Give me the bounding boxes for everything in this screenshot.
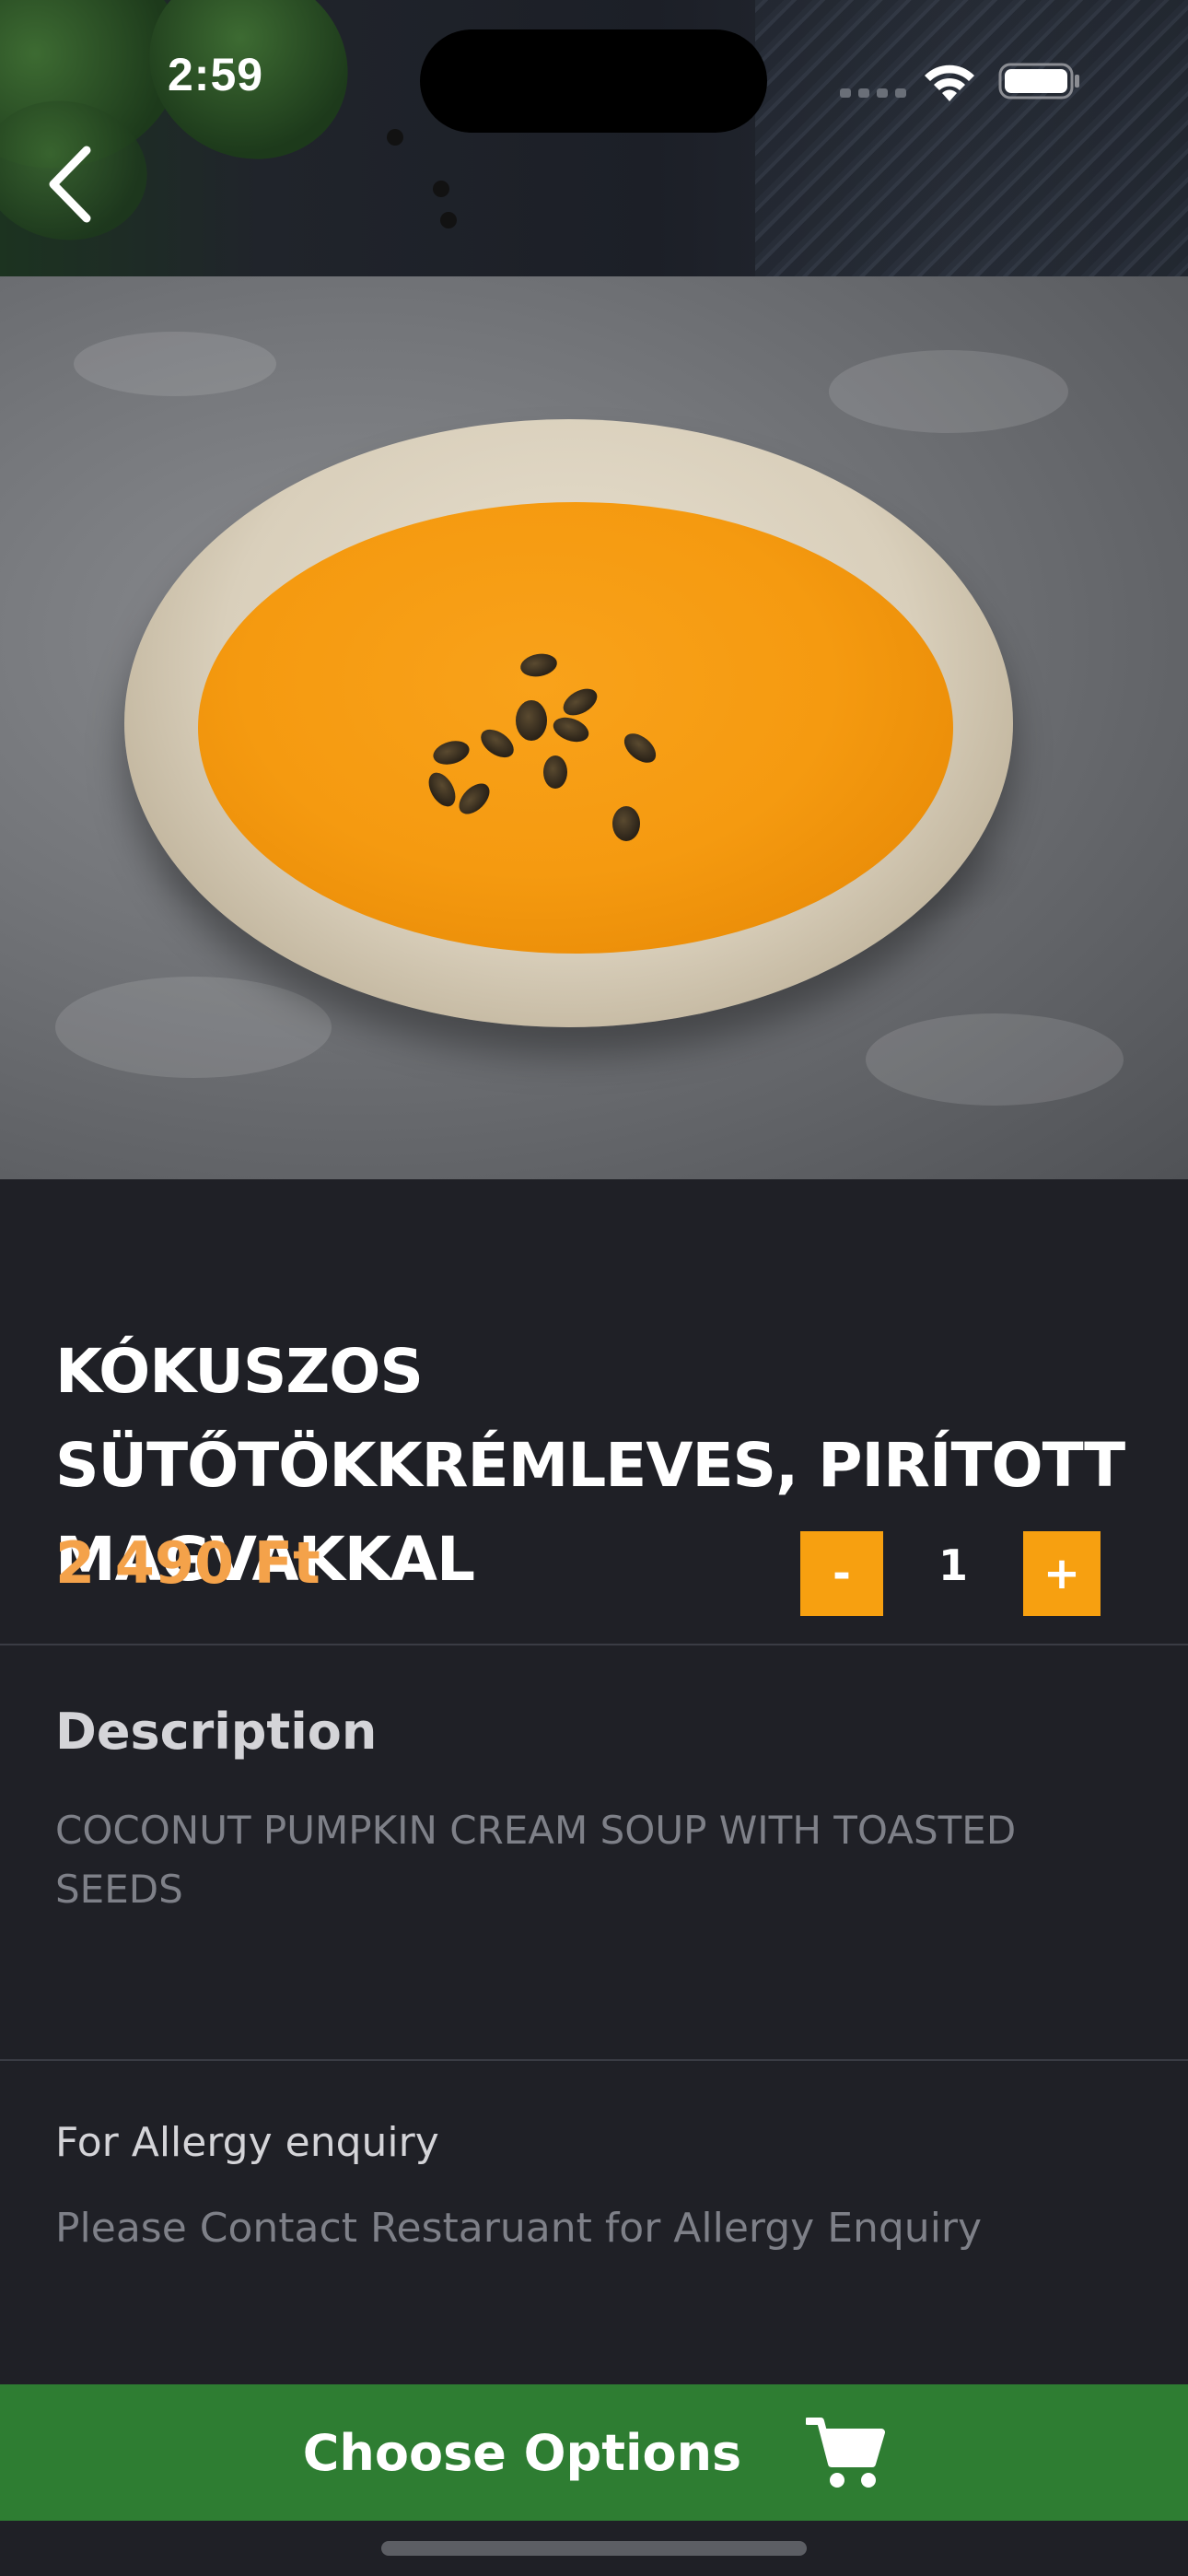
napkin-texture xyxy=(755,0,1188,276)
pumpkin-seed xyxy=(516,700,547,741)
wifi-icon xyxy=(925,64,974,101)
allergy-heading: For Allergy enquiry xyxy=(55,2119,439,2166)
product-price: 2 490 Ft xyxy=(55,1529,320,1597)
choose-options-button[interactable]: Choose Options xyxy=(0,2384,1188,2521)
increase-quantity-button[interactable]: + xyxy=(1023,1531,1101,1616)
pumpkin-seed xyxy=(612,806,640,841)
status-bar-time: 2:59 xyxy=(168,49,264,100)
dynamic-island xyxy=(420,29,767,133)
texture-speck xyxy=(55,977,332,1078)
chevron-left-icon xyxy=(49,146,91,223)
texture-speck xyxy=(829,350,1068,433)
peppercorn xyxy=(433,181,449,197)
back-button[interactable] xyxy=(33,138,107,230)
product-detail-screen: 2:59 KÓKUSZOS SÜTŐTÖKKRÉMLEVES, PIRÍTOTT… xyxy=(0,0,1188,2576)
product-image xyxy=(0,276,1188,1179)
peppercorn xyxy=(440,212,457,228)
section-divider xyxy=(0,2059,1188,2061)
battery-icon xyxy=(998,63,1079,100)
cellular-signal-icon xyxy=(840,88,906,98)
texture-speck xyxy=(74,332,276,396)
texture-speck xyxy=(866,1013,1124,1106)
allergy-text: Please Contact Restaruant for Allergy En… xyxy=(55,2205,983,2252)
description-text: COCONUT PUMPKIN CREAM SOUP WITH TOASTED … xyxy=(55,1808,1017,1912)
peppercorn xyxy=(387,129,403,146)
choose-options-label: Choose Options xyxy=(302,2423,742,2482)
description-heading: Description xyxy=(55,1703,378,1761)
section-divider xyxy=(0,1644,1188,1645)
quantity-value: 1 xyxy=(938,1540,968,1590)
cart-icon xyxy=(806,2418,886,2488)
decrease-quantity-button[interactable]: - xyxy=(800,1531,883,1616)
home-indicator[interactable] xyxy=(381,2541,807,2556)
pumpkin-seed xyxy=(543,755,567,789)
